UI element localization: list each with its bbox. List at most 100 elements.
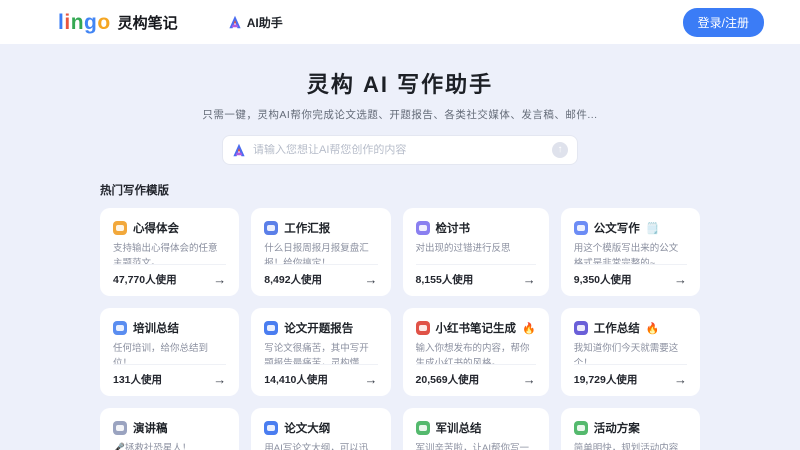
card-footer: 9,350人使用 → — [574, 264, 687, 287]
logo-wordmark: lingo — [58, 12, 111, 33]
card-title: 公文写作 — [594, 220, 640, 236]
template-grid: 心得体会 支持输出心得体会的任意主题范文。 47,770人使用 → 工作汇报 什… — [100, 208, 700, 450]
card-description: 用这个模版写出来的公文格式是非常完整的~ — [574, 242, 687, 264]
templates-section: 热门写作模版 心得体会 支持输出心得体会的任意主题范文。 47,770人使用 →… — [100, 182, 700, 450]
card-header: 论文开题报告 — [264, 320, 377, 336]
card-header: 心得体会 — [113, 220, 226, 236]
card-header: 工作汇报 — [264, 220, 377, 236]
card-footer: 20,569人使用 → — [416, 364, 536, 387]
logo-letter: g — [84, 11, 97, 34]
card-footer: 8,492人使用 → — [264, 264, 377, 287]
ai-logo-icon — [228, 15, 242, 29]
fire-icon: 🗒️ — [646, 222, 660, 235]
template-card[interactable]: 工作汇报 什么日报周报月报复盘汇报！给你搞定！ 8,492人使用 → — [251, 208, 390, 296]
card-description: 什么日报周报月报复盘汇报！给你搞定！ — [264, 242, 377, 264]
card-header: 军训总结 — [416, 420, 536, 436]
brand-name: 灵构笔记 — [118, 12, 178, 33]
arrow-right-icon[interactable]: → — [213, 273, 226, 286]
template-card[interactable]: 演讲稿 🎤拯救社恐星人！ 11,613人使用 → — [100, 408, 239, 450]
card-description: 任何培训，给你总结到位！ — [113, 342, 226, 364]
card-footer: 47,770人使用 → — [113, 264, 226, 287]
card-header: 公文写作 🗒️ — [574, 220, 687, 236]
usage-count: 8,155人使用 — [416, 272, 474, 287]
document-smile-icon — [264, 421, 278, 435]
card-title: 小红书笔记生成 — [436, 320, 517, 336]
notebook-icon — [113, 221, 127, 235]
template-card[interactable]: 培训总结 任何培训，给你总结到位！ 131人使用 → — [100, 308, 239, 396]
card-footer: 19,729人使用 → — [574, 364, 687, 387]
page-title: 灵构 AI 写作助手 — [0, 67, 800, 99]
card-description: 我知道你们今天就需要这个！ — [574, 342, 687, 364]
card-description: 军训辛苦啦，让AI帮你写一下军训总结吧！ — [416, 442, 536, 450]
template-card[interactable]: 检讨书 对出现的过错进行反思 8,155人使用 → — [403, 208, 549, 296]
card-footer: 131人使用 → — [113, 364, 226, 387]
document-icon — [574, 221, 588, 235]
logo-letter: n — [71, 11, 84, 34]
template-card[interactable]: 心得体会 支持输出心得体会的任意主题范文。 47,770人使用 → — [100, 208, 239, 296]
logo-letter: o — [97, 11, 110, 34]
arrow-right-icon[interactable]: → — [523, 373, 536, 386]
arrow-right-icon[interactable]: → — [674, 373, 687, 386]
megaphone-icon — [574, 421, 588, 435]
ai-logo-icon — [232, 143, 246, 157]
card-description: 对出现的过错进行反思 — [416, 242, 536, 264]
card-footer: 14,410人使用 → — [264, 364, 377, 387]
usage-count: 131人使用 — [113, 372, 162, 387]
card-title: 工作汇报 — [284, 220, 330, 236]
card-title: 培训总结 — [133, 320, 179, 336]
usage-count: 19,729人使用 — [574, 372, 638, 387]
template-card[interactable]: 论文开题报告 写论文很痛苦，其中写开题报告最痛苦，灵构懂你！ 14,410人使用… — [251, 308, 390, 396]
arrow-right-icon[interactable]: → — [365, 373, 378, 386]
card-description: 支持输出心得体会的任意主题范文。 — [113, 242, 226, 264]
send-icon[interactable]: ↑ — [552, 142, 568, 158]
card-title: 论文开题报告 — [284, 320, 353, 336]
fire-icon: 🔥 — [522, 322, 536, 335]
bus-icon — [113, 321, 127, 335]
card-header: 工作总结 🔥 — [574, 320, 687, 336]
arrow-right-icon[interactable]: → — [213, 373, 226, 386]
document-smile-icon — [264, 321, 278, 335]
pen-icon — [416, 221, 430, 235]
usage-count: 8,492人使用 — [264, 272, 322, 287]
header: lingo 灵构笔记 AI助手 登录/注册 — [0, 0, 800, 44]
card-description: 用AI写论文大纲，可以迅速启发思路。 — [264, 442, 377, 450]
card-footer: 8,155人使用 → — [416, 264, 536, 287]
usage-count: 20,569人使用 — [416, 372, 480, 387]
card-title: 论文大纲 — [284, 420, 330, 436]
template-card[interactable]: 活动方案 简单明快，规划活动内容 10,710人使用 → — [561, 408, 700, 450]
template-card[interactable]: 小红书笔记生成 🔥 输入你想发布的内容，帮你生成小红书的风格。 20,569人使… — [403, 308, 549, 396]
prompt-input[interactable] — [253, 144, 545, 156]
nav-item-ai-assistant[interactable]: AI助手 — [228, 14, 283, 31]
arrow-right-icon[interactable]: → — [365, 273, 378, 286]
card-description: 写论文很痛苦，其中写开题报告最痛苦，灵构懂你！ — [264, 342, 377, 364]
card-header: 演讲稿 — [113, 420, 226, 436]
arrow-right-icon[interactable]: → — [523, 273, 536, 286]
template-card[interactable]: 工作总结 🔥 我知道你们今天就需要这个！ 19,729人使用 → — [561, 308, 700, 396]
template-card[interactable]: 军训总结 军训辛苦啦，让AI帮你写一下军训总结吧！ 4,517人使用 → — [403, 408, 549, 450]
card-title: 心得体会 — [133, 220, 179, 236]
card-header: 培训总结 — [113, 320, 226, 336]
usage-count: 9,350人使用 — [574, 272, 632, 287]
prompt-bar: ↑ — [222, 135, 578, 165]
logo: lingo 灵构笔记 — [58, 12, 178, 33]
card-header: 检讨书 — [416, 220, 536, 236]
card-title: 工作总结 — [594, 320, 640, 336]
section-title: 热门写作模版 — [100, 182, 700, 198]
card-header: 论文大纲 — [264, 420, 377, 436]
army-helmet-icon — [416, 421, 430, 435]
login-register-button[interactable]: 登录/注册 — [683, 8, 764, 37]
card-description: 输入你想发布的内容，帮你生成小红书的风格。 — [416, 342, 536, 364]
fire-icon: 🔥 — [646, 322, 660, 335]
arrow-right-icon[interactable]: → — [674, 273, 687, 286]
hero-section: 灵构 AI 写作助手 只需一键，灵构AI帮你完成论文选题、开题报告、各类社交媒体… — [0, 67, 800, 165]
template-card[interactable]: 公文写作 🗒️ 用这个模版写出来的公文格式是非常完整的~ 9,350人使用 → — [561, 208, 700, 296]
card-header: 小红书笔记生成 🔥 — [416, 320, 536, 336]
card-description: 🎤拯救社恐星人！ — [113, 442, 226, 450]
red-book-icon — [416, 321, 430, 335]
card-title: 演讲稿 — [133, 420, 168, 436]
card-title: 检讨书 — [436, 220, 471, 236]
briefcase-icon — [264, 221, 278, 235]
card-description: 简单明快，规划活动内容 — [574, 442, 687, 450]
nav-item-label: AI助手 — [247, 14, 283, 31]
template-card[interactable]: 论文大纲 用AI写论文大纲，可以迅速启发思路。 13,515人使用 → — [251, 408, 390, 450]
